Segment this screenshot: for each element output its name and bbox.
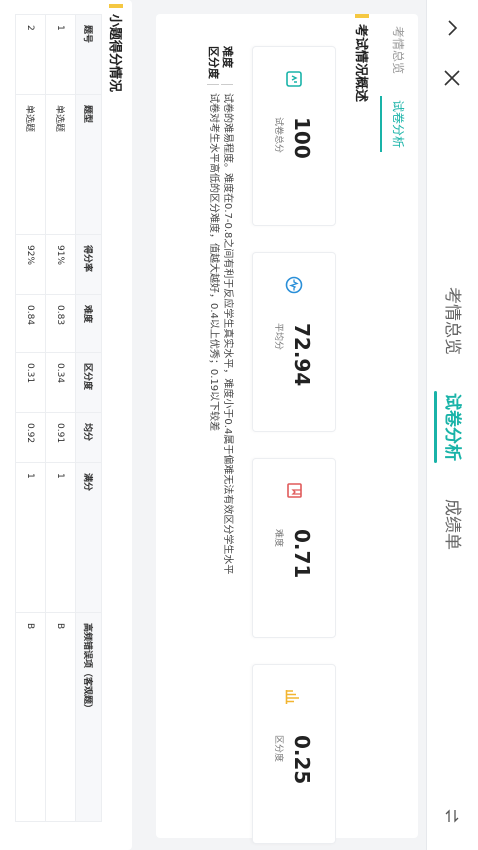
pulse-icon <box>284 275 304 295</box>
table-cell: 1 <box>15 462 46 613</box>
stat-label: 难度 <box>273 529 284 548</box>
divider <box>207 84 219 85</box>
stat-value: 0.71 <box>290 529 315 579</box>
stat-value: 72.94 <box>290 323 315 387</box>
stat-value: 0.25 <box>290 735 315 785</box>
exam-overview-card: 考情总览 试卷分析 考试情况概述 100 试卷总分 72.94 平均分 0.71… <box>156 14 418 844</box>
description-key: 难度 <box>221 46 234 68</box>
metric-descriptions: 难度 试卷的难易程度。难度在0.7-0.8之间有利于反应学生真实水平，难度小于0… <box>206 46 234 574</box>
table-cell: 单选题 <box>15 94 46 235</box>
items-section-title-text: 小题得分情况 <box>107 14 122 93</box>
table-cell: 1 <box>45 462 76 613</box>
table-cell: 2 <box>15 14 46 95</box>
stats-row: 100 试卷总分 72.94 平均分 0.71 难度 0.25 区分度 <box>252 46 336 844</box>
column-header: 区分度 <box>75 352 102 413</box>
table-cell: B <box>45 612 76 822</box>
stat-average-score: 72.94 平均分 <box>252 252 336 432</box>
top-app-bar: 考情总览 试卷分析 成绩单 <box>426 0 478 850</box>
stat-label: 平均分 <box>273 323 284 351</box>
stat-difficulty: 0.71 难度 <box>252 458 336 638</box>
table-cell: 0.83 <box>45 294 76 353</box>
column-header: 得分率 <box>75 234 102 295</box>
page: 考情总览 试卷分析 成绩单 考情总览 试卷分析 考试情况概述 100 试卷总分 <box>0 0 478 850</box>
table-row: 2 单选题 92% 0.84 0.31 0.92 1 B <box>15 14 46 822</box>
overview-section-title: 考试情况概述 <box>353 14 372 102</box>
column-header: 均分 <box>75 412 102 463</box>
chevron-up-icon[interactable] <box>436 12 468 44</box>
column-header: 高频错误项（客观题） <box>75 612 102 822</box>
section-accent-bar <box>355 14 370 18</box>
inner-tab-paper-analysis[interactable]: 试卷分析 <box>378 100 418 148</box>
description-row-discrimination: 区分度 试卷对考生水平高低的区分难度，值越大越好，0.4以上优秀；0.19以下较… <box>206 46 220 574</box>
tab-exam-overview[interactable]: 考情总览 <box>426 285 478 357</box>
stat-total-score: 100 试卷总分 <box>252 46 336 226</box>
bars-icon <box>284 687 304 707</box>
description-row-difficulty: 难度 试卷的难易程度。难度在0.7-0.8之间有利于反应学生真实水平，难度小于0… <box>220 46 234 574</box>
stat-label: 区分度 <box>273 735 284 763</box>
table-header-row: 题号 题型 得分率 难度 区分度 均分 满分 高频错误项（客观题） <box>75 14 102 822</box>
table-cell: 0.92 <box>15 412 46 463</box>
items-section-title: 小题得分情况 <box>107 4 126 92</box>
item-scores-table: 题号 题型 得分率 难度 区分度 均分 满分 高频错误项（客观题） 1 单选题 … <box>15 14 102 822</box>
table-cell: 91% <box>45 234 76 295</box>
column-header: 题型 <box>75 94 102 235</box>
inner-tab-exam-overview[interactable]: 考情总览 <box>378 26 418 74</box>
book-icon <box>284 481 304 501</box>
stat-label: 试卷总分 <box>273 117 284 154</box>
stat-value: 100 <box>290 117 315 159</box>
stat-discrimination: 0.25 区分度 <box>252 664 336 844</box>
table-cell: 0.34 <box>45 352 76 413</box>
doc-icon <box>284 69 304 89</box>
item-scores-card: 小题得分情况 题号 题型 得分率 难度 区分度 均分 满分 高频错误项（客观题）… <box>0 0 132 850</box>
description-key: 区分度 <box>207 46 220 79</box>
switch-icon[interactable] <box>436 800 468 832</box>
divider <box>221 84 233 85</box>
column-header: 难度 <box>75 294 102 353</box>
table-cell: 1 <box>45 14 76 95</box>
overview-section-title-text: 考试情况概述 <box>353 24 368 103</box>
tab-report-card[interactable]: 成绩单 <box>426 497 478 552</box>
table-cell: 0.31 <box>15 352 46 413</box>
table-cell: 0.91 <box>45 412 76 463</box>
column-header: 题号 <box>75 14 102 95</box>
description-text: 试卷对考生水平高低的区分难度，值越大越好，0.4以上优秀；0.19以下较差 <box>208 93 219 432</box>
inner-tabs: 考情总览 试卷分析 <box>378 14 418 148</box>
table-cell: B <box>15 612 46 822</box>
close-icon[interactable] <box>436 62 468 94</box>
table-cell: 0.84 <box>15 294 46 353</box>
table-cell: 92% <box>15 234 46 295</box>
table-row: 1 单选题 91% 0.83 0.34 0.91 1 B <box>45 14 76 822</box>
tab-paper-analysis[interactable]: 试卷分析 <box>426 391 478 463</box>
section-accent-bar <box>109 4 124 8</box>
table-cell: 单选题 <box>45 94 76 235</box>
main-tabs: 考情总览 试卷分析 成绩单 <box>426 285 478 552</box>
description-text: 试卷的难易程度。难度在0.7-0.8之间有利于反应学生真实水平，难度小于0.4属… <box>222 93 233 575</box>
column-header: 满分 <box>75 462 102 613</box>
